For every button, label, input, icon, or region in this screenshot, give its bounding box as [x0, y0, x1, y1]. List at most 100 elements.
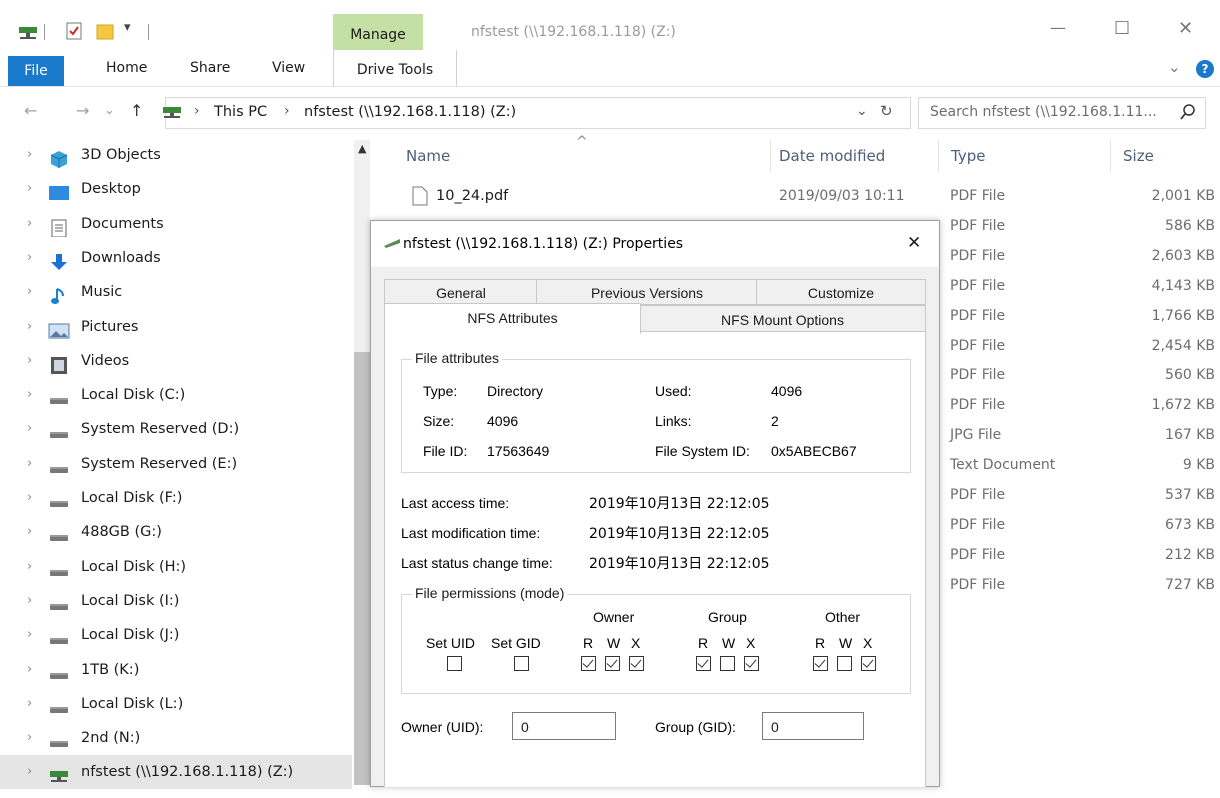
expand-chevron-icon[interactable]: ›: [27, 687, 32, 721]
set-uid-checkbox[interactable]: [447, 656, 462, 671]
tab-nfs-mount-options[interactable]: NFS Mount Options: [639, 305, 926, 333]
sidebar-item[interactable]: › Videos: [0, 344, 352, 378]
column-header-type[interactable]: Type: [951, 147, 985, 165]
sidebar-item[interactable]: › Documents: [0, 207, 352, 241]
column-header-name[interactable]: Name: [406, 147, 450, 165]
file-row[interactable]: PDF File 2,001 KB: [380, 188, 1220, 218]
other-x-checkbox[interactable]: [861, 656, 876, 671]
sidebar-item[interactable]: › 1TB (K:): [0, 653, 352, 687]
back-button[interactable]: ←: [24, 101, 37, 120]
expand-chevron-icon[interactable]: ›: [27, 755, 32, 789]
search-icon[interactable]: [1180, 104, 1196, 120]
new-folder-icon[interactable]: [96, 22, 116, 40]
column-header-size[interactable]: Size: [1123, 147, 1154, 165]
sidebar-item[interactable]: › Desktop: [0, 172, 352, 206]
expand-chevron-icon[interactable]: ›: [27, 515, 32, 549]
expand-chevron-icon[interactable]: ›: [27, 138, 32, 172]
maximize-button[interactable]: ☐: [1114, 18, 1130, 39]
forward-button[interactable]: →: [76, 101, 89, 120]
sidebar-item-label: Local Disk (F:): [81, 490, 183, 506]
owner-uid-input[interactable]: 0: [512, 712, 616, 740]
tab-manage[interactable]: Manage: [333, 14, 423, 50]
sidebar-item[interactable]: › Local Disk (F:): [0, 481, 352, 515]
permission-r-label: R: [583, 635, 594, 651]
owner-r-checkbox[interactable]: [581, 656, 596, 671]
sidebar-item[interactable]: › Local Disk (C:): [0, 378, 352, 412]
customize-qat-icon[interactable]: ▾: [124, 20, 131, 35]
tab-drive-tools[interactable]: Drive Tools: [333, 50, 457, 86]
sidebar-item[interactable]: › 3D Objects: [0, 138, 352, 172]
sidebar-item[interactable]: › Pictures: [0, 310, 352, 344]
sidebar-item[interactable]: › Local Disk (I:): [0, 584, 352, 618]
up-button[interactable]: ↑: [130, 101, 143, 120]
address-bar[interactable]: [165, 97, 911, 129]
expand-chevron-icon[interactable]: ›: [27, 310, 32, 344]
search-input[interactable]: Search nfstest (\\192.168.1.11...: [930, 104, 1157, 120]
file-type: PDF File: [950, 487, 1006, 503]
other-w-checkbox[interactable]: [837, 656, 852, 671]
expand-chevron-icon[interactable]: ›: [27, 618, 32, 652]
column-separator[interactable]: [770, 140, 771, 172]
owner-w-checkbox[interactable]: [605, 656, 620, 671]
other-r-checkbox[interactable]: [813, 656, 828, 671]
expand-chevron-icon[interactable]: ›: [27, 653, 32, 687]
address-dropdown-icon[interactable]: ⌄: [856, 103, 868, 119]
sidebar-item[interactable]: › Local Disk (J:): [0, 618, 352, 652]
owner-x-checkbox[interactable]: [629, 656, 644, 671]
sidebar-item[interactable]: › Music: [0, 275, 352, 309]
expand-chevron-icon[interactable]: ›: [27, 241, 32, 275]
group-r-checkbox[interactable]: [696, 656, 711, 671]
expand-chevron-icon[interactable]: ›: [27, 275, 32, 309]
tab-file[interactable]: File: [8, 56, 64, 86]
dialog-close-button[interactable]: ✕: [907, 233, 921, 253]
close-button[interactable]: ✕: [1178, 18, 1193, 39]
sidebar-scroll-thumb[interactable]: [354, 352, 370, 785]
sidebar-item[interactable]: › nfstest (\\192.168.1.118) (Z:): [0, 755, 352, 790]
expand-ribbon-icon[interactable]: ⌄: [1168, 58, 1181, 76]
column-header-date[interactable]: Date modified: [779, 147, 885, 165]
recent-locations-button[interactable]: ⌄: [104, 103, 115, 118]
sidebar-item[interactable]: › System Reserved (E:): [0, 447, 352, 481]
group-x-checkbox[interactable]: [744, 656, 759, 671]
group-w-checkbox[interactable]: [720, 656, 735, 671]
tab-general[interactable]: General: [384, 279, 538, 305]
expand-chevron-icon[interactable]: ›: [27, 207, 32, 241]
help-icon[interactable]: ?: [1196, 60, 1214, 78]
drive-icon: [48, 627, 70, 645]
tab-share[interactable]: Share: [190, 60, 230, 76]
sidebar-item[interactable]: › Local Disk (H:): [0, 550, 352, 584]
sidebar-item[interactable]: › System Reserved (D:): [0, 412, 352, 446]
tab-nfs-attributes[interactable]: NFS Attributes: [384, 303, 641, 334]
breadcrumb-this-pc[interactable]: This PC: [214, 104, 267, 120]
dialog-title: nfstest (\\192.168.1.118) (Z:) Propertie…: [403, 236, 684, 252]
expand-chevron-icon[interactable]: ›: [27, 378, 32, 412]
tab-customize[interactable]: Customize: [756, 279, 926, 305]
sidebar-item[interactable]: › Local Disk (L:): [0, 687, 352, 721]
expand-chevron-icon[interactable]: ›: [27, 344, 32, 378]
network-drive-icon[interactable]: [18, 24, 38, 40]
expand-chevron-icon[interactable]: ›: [27, 172, 32, 206]
sidebar-item[interactable]: › Downloads: [0, 241, 352, 275]
sidebar-item-label: System Reserved (D:): [81, 421, 240, 438]
sidebar-item[interactable]: › 488GB (G:): [0, 515, 352, 549]
tab-home[interactable]: Home: [106, 60, 147, 76]
set-gid-checkbox[interactable]: [514, 656, 529, 671]
properties-icon[interactable]: [66, 22, 82, 40]
tab-previous-versions[interactable]: Previous Versions: [536, 279, 758, 305]
group-gid-input[interactable]: 0: [762, 712, 864, 740]
permission-x-label: X: [746, 635, 756, 651]
expand-chevron-icon[interactable]: ›: [27, 550, 32, 584]
refresh-icon[interactable]: ↻: [880, 102, 893, 120]
expand-chevron-icon[interactable]: ›: [27, 721, 32, 755]
tab-view[interactable]: View: [272, 60, 305, 76]
expand-chevron-icon[interactable]: ›: [27, 584, 32, 618]
expand-chevron-icon[interactable]: ›: [27, 447, 32, 481]
scroll-up-icon[interactable]: ▲: [358, 142, 366, 155]
minimize-button[interactable]: —: [1050, 18, 1066, 37]
column-separator[interactable]: [1110, 140, 1111, 172]
expand-chevron-icon[interactable]: ›: [27, 481, 32, 515]
sidebar-item[interactable]: › 2nd (N:): [0, 721, 352, 755]
breadcrumb-nfstest[interactable]: nfstest (\\192.168.1.118) (Z:): [304, 104, 516, 120]
column-separator[interactable]: [938, 140, 939, 172]
expand-chevron-icon[interactable]: ›: [27, 412, 32, 446]
